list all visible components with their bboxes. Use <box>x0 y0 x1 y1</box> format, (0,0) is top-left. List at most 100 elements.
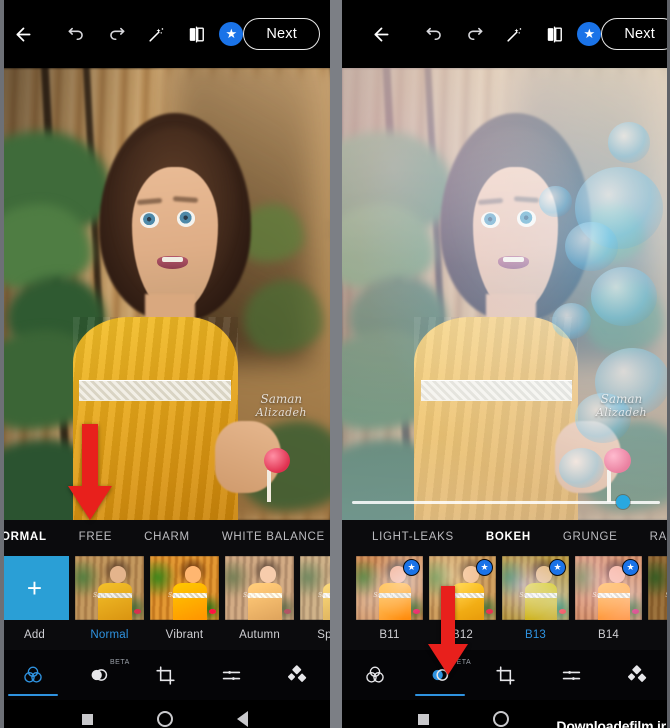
left-panel-edge <box>0 0 4 728</box>
redo-icon[interactable] <box>457 17 491 51</box>
filters-icon[interactable] <box>0 650 66 700</box>
filter-item-b11[interactable]: Saman ★ B11 <box>356 556 423 641</box>
filter-item-spring[interactable]: Saman Spring <box>300 556 330 641</box>
crop-icon[interactable] <box>473 650 539 700</box>
filter-item-b12[interactable]: Saman ★ B12 <box>429 556 496 641</box>
crop-icon[interactable] <box>132 650 198 700</box>
thumb-signature: Saman <box>446 591 468 599</box>
filter-label: Vibrant <box>165 629 204 641</box>
slider-track <box>351 501 661 504</box>
filter-thumbnail[interactable]: Saman <box>150 556 219 620</box>
circle-icon[interactable] <box>493 711 509 727</box>
filter-label: Normal <box>90 629 129 641</box>
right-screenshot-panel: ★ Next Saman Alizadeh LIGHT-LEAKS BOKEH … <box>342 0 670 728</box>
child-subject <box>0 68 330 520</box>
filter-label: B14 <box>597 629 620 641</box>
filter-item-b14[interactable]: Saman ★ B14 <box>575 556 642 641</box>
category-tab-white-balance[interactable]: WHITE BALANCE <box>206 520 330 554</box>
left-top-toolbar: ★ Next <box>0 0 330 68</box>
filter-thumbnail[interactable]: Saman ★ <box>356 556 423 620</box>
panel-divider <box>330 0 342 728</box>
left-filter-thumbnail-row[interactable]: + Add Saman Normal Saman Vibrant Saman A… <box>0 554 330 650</box>
effects-icon[interactable] <box>604 650 670 700</box>
triangle-back-icon[interactable] <box>237 711 248 727</box>
thumb-signature: Saman <box>373 591 395 599</box>
blend-icon[interactable]: BETA <box>66 650 132 700</box>
filter-item-add[interactable]: + Add <box>0 556 69 641</box>
next-button[interactable]: Next <box>243 18 320 50</box>
right-filter-category-tabs: LIGHT-LEAKS BOKEH GRUNGE RAINDROPS PAPE <box>342 520 670 554</box>
square-icon[interactable] <box>82 713 93 725</box>
pro-star-icon: ★ <box>622 559 639 576</box>
filters-icon[interactable] <box>342 650 408 700</box>
category-tab-free[interactable]: FREE <box>63 520 128 554</box>
magic-wand-icon[interactable] <box>497 17 531 51</box>
lace-trim <box>79 379 231 401</box>
signature-line-2: Alizadeh <box>255 406 307 420</box>
signature-line-2: Alizadeh <box>595 406 648 420</box>
adjust-icon[interactable] <box>198 650 264 700</box>
compare-icon[interactable] <box>179 17 213 51</box>
adjust-icon[interactable] <box>539 650 605 700</box>
effect-intensity-slider[interactable] <box>351 493 661 511</box>
category-tab-bokeh[interactable]: BOKEH <box>470 520 547 554</box>
active-tab-indicator <box>415 693 466 696</box>
photo-signature: Saman Alizadeh <box>596 393 647 419</box>
filter-item-vibrant[interactable]: Saman Vibrant <box>150 556 219 641</box>
left-photo-preview[interactable]: Saman Alizadeh <box>0 68 330 520</box>
category-tab-light-leaks[interactable]: LIGHT-LEAKS <box>356 520 470 554</box>
child-subject <box>342 68 670 520</box>
category-tab-grunge[interactable]: GRUNGE <box>547 520 634 554</box>
arrow-left-icon[interactable] <box>6 17 40 51</box>
thumb-signature: Saman <box>167 591 189 599</box>
lollipop-stick <box>266 470 271 502</box>
magic-wand-icon[interactable] <box>139 17 173 51</box>
filter-thumbnail[interactable]: Saman <box>225 556 294 620</box>
slider-knob[interactable] <box>616 495 631 509</box>
teeth <box>161 256 184 263</box>
yellow-dress <box>414 316 579 520</box>
photo-signature: Saman Alizadeh <box>256 393 307 419</box>
right-photo-preview[interactable]: Saman Alizadeh <box>342 68 670 520</box>
filter-label: B12 <box>451 629 474 641</box>
eye <box>517 210 536 227</box>
star-icon[interactable]: ★ <box>577 22 602 46</box>
right-filter-thumbnail-row[interactable]: Saman ★ B11 Saman ★ B12 Saman ★ B13 Sama… <box>342 554 670 650</box>
filter-thumbnail[interactable]: Saman <box>300 556 330 620</box>
undo-icon[interactable] <box>417 17 451 51</box>
next-button[interactable]: Next <box>601 18 670 50</box>
lollipop <box>264 447 291 473</box>
arrow-left-icon[interactable] <box>364 17 398 51</box>
filter-item-b13[interactable]: Saman ★ B13 <box>502 556 569 641</box>
square-icon[interactable] <box>418 713 429 725</box>
compare-icon[interactable] <box>537 17 571 51</box>
filter-label: B13 <box>524 629 547 641</box>
filter-thumbnail[interactable]: Saman <box>75 556 144 620</box>
effects-icon[interactable] <box>264 650 330 700</box>
thumb-image <box>225 556 294 620</box>
category-tab-raindrops[interactable]: RAINDROPS <box>634 520 670 554</box>
filter-thumbnail[interactable]: Saman ★ <box>575 556 642 620</box>
plus-icon[interactable]: + <box>0 556 69 620</box>
filter-thumbnail[interactable]: Saman ★ <box>502 556 569 620</box>
thumb-signature: Saman <box>317 591 330 599</box>
active-tab-indicator <box>7 693 59 696</box>
right-android-nav-bar: Downloadefilm.ir <box>342 700 670 728</box>
star-icon[interactable]: ★ <box>219 22 244 46</box>
thumb-signature: Saman <box>592 591 614 599</box>
filter-item-autumn[interactable]: Saman Autumn <box>225 556 294 641</box>
circle-icon[interactable] <box>157 711 173 727</box>
right-top-toolbar: ★ Next <box>342 0 670 68</box>
redo-icon[interactable] <box>99 17 133 51</box>
yellow-dress <box>72 316 238 520</box>
thumb-image <box>150 556 219 620</box>
eye <box>176 210 196 227</box>
blend-icon[interactable]: BETA <box>408 650 474 700</box>
filter-item-normal[interactable]: Saman Normal <box>75 556 144 641</box>
category-tab-normal[interactable]: NORMAL <box>0 520 63 554</box>
filter-thumbnail[interactable]: Saman ★ <box>429 556 496 620</box>
undo-icon[interactable] <box>59 17 93 51</box>
lollipop <box>604 447 631 473</box>
category-tab-charm[interactable]: CHARM <box>128 520 206 554</box>
beta-badge: BETA <box>451 659 472 666</box>
